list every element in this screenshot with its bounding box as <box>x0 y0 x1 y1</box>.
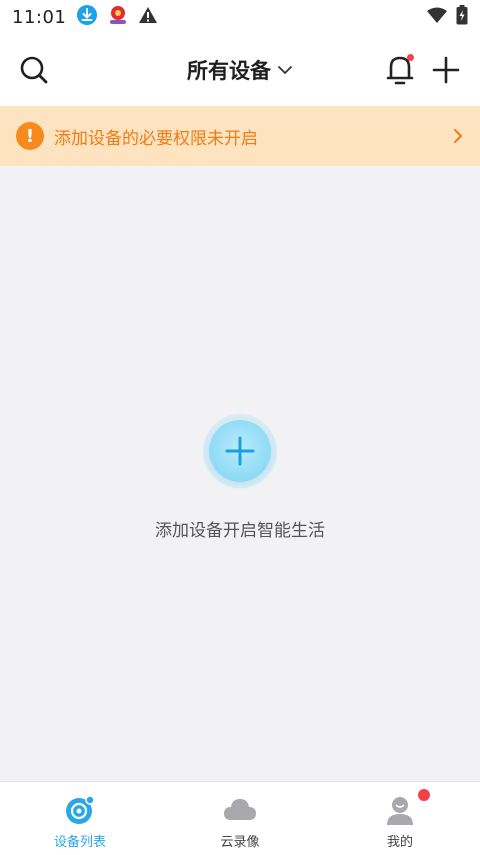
tab-label: 云录像 <box>220 835 260 850</box>
cloud-icon <box>224 799 256 820</box>
tab-label: 我的 <box>386 835 413 850</box>
status-icons-left <box>76 4 158 30</box>
app-notification-icon <box>106 4 130 30</box>
notification-dot <box>407 54 414 61</box>
search-button[interactable] <box>18 54 50 86</box>
add-device-button[interactable] <box>430 54 462 86</box>
tab-me[interactable]: 我的 <box>320 782 480 855</box>
banner-text: 添加设备的必要权限未开启 <box>54 128 258 149</box>
plus-icon <box>225 436 255 466</box>
camera-icon <box>66 795 95 824</box>
tab-cloud-recording[interactable]: 云录像 <box>160 782 320 855</box>
page-title: 所有设备 <box>187 59 271 83</box>
plus-icon <box>432 56 460 84</box>
status-icons-right <box>426 5 468 29</box>
status-time: 11:01 <box>12 6 67 28</box>
chevron-down-icon <box>278 66 292 74</box>
tab-label: 设备列表 <box>53 835 106 850</box>
search-icon <box>20 56 48 84</box>
permission-warning-banner[interactable]: ! 添加设备的必要权限未开启 <box>0 106 480 166</box>
battery-icon <box>456 5 468 29</box>
device-group-selector[interactable]: 所有设备 <box>187 55 293 85</box>
notifications-button[interactable] <box>384 52 418 88</box>
empty-add-device-button[interactable] <box>209 420 271 482</box>
wifi-icon <box>426 6 448 28</box>
warning-circle-icon: ! <box>16 122 44 150</box>
status-bar: 11:01 <box>0 0 480 34</box>
warning-icon <box>138 5 158 29</box>
chevron-right-icon <box>454 129 462 143</box>
header: 所有设备 <box>0 34 480 106</box>
empty-state-text: 添加设备开启智能生活 <box>155 521 325 541</box>
empty-state: 添加设备开启智能生活 <box>0 166 480 781</box>
bottom-tab-bar: 设备列表 云录像 我的 <box>0 781 480 855</box>
download-icon <box>76 4 98 30</box>
tab-device-list[interactable]: 设备列表 <box>0 782 160 855</box>
user-icon <box>387 797 413 825</box>
notification-badge <box>418 789 430 801</box>
